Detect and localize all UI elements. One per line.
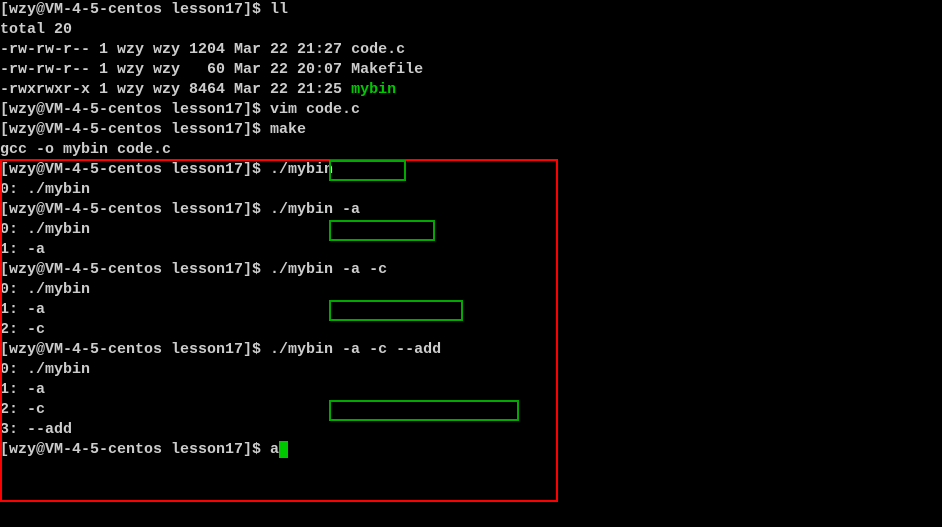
- command-text: make: [270, 121, 306, 138]
- prompt-line: [wzy@VM-4-5-centos lesson17]$ ll: [0, 0, 942, 20]
- file-perms: -rwxrwxr-x 1 wzy wzy 8464 Mar 22 21:25: [0, 81, 351, 98]
- file-name: Makefile: [351, 61, 423, 78]
- prompt-line: [wzy@VM-4-5-centos lesson17]$ make: [0, 120, 942, 140]
- prompt: [wzy@VM-4-5-centos lesson17]$: [0, 1, 270, 18]
- highlight-box-green: [329, 160, 406, 181]
- output-line: gcc -o mybin code.c: [0, 140, 942, 160]
- output-line: total 20: [0, 20, 942, 40]
- highlight-box-green: [329, 220, 435, 241]
- highlight-box-green: [329, 400, 519, 421]
- file-perms: -rw-rw-r-- 1 wzy wzy 60 Mar 22 20:07: [0, 61, 351, 78]
- command-text: vim code.c: [270, 101, 360, 118]
- highlight-box-red: [0, 159, 558, 502]
- ll-row: -rw-rw-r-- 1 wzy wzy 1204 Mar 22 21:27 c…: [0, 40, 942, 60]
- prompt-line: [wzy@VM-4-5-centos lesson17]$ vim code.c: [0, 100, 942, 120]
- highlight-box-green: [329, 300, 463, 321]
- terminal[interactable]: [wzy@VM-4-5-centos lesson17]$ ll total 2…: [0, 0, 942, 460]
- file-name: code.c: [351, 41, 405, 58]
- command-text: ll: [270, 1, 288, 18]
- ll-row: -rw-rw-r-- 1 wzy wzy 60 Mar 22 20:07 Mak…: [0, 60, 942, 80]
- prompt: [wzy@VM-4-5-centos lesson17]$: [0, 101, 270, 118]
- ll-row: -rwxrwxr-x 1 wzy wzy 8464 Mar 22 21:25 m…: [0, 80, 942, 100]
- file-perms: -rw-rw-r-- 1 wzy wzy 1204 Mar 22 21:27: [0, 41, 351, 58]
- prompt: [wzy@VM-4-5-centos lesson17]$: [0, 121, 270, 138]
- file-name: mybin: [351, 81, 396, 98]
